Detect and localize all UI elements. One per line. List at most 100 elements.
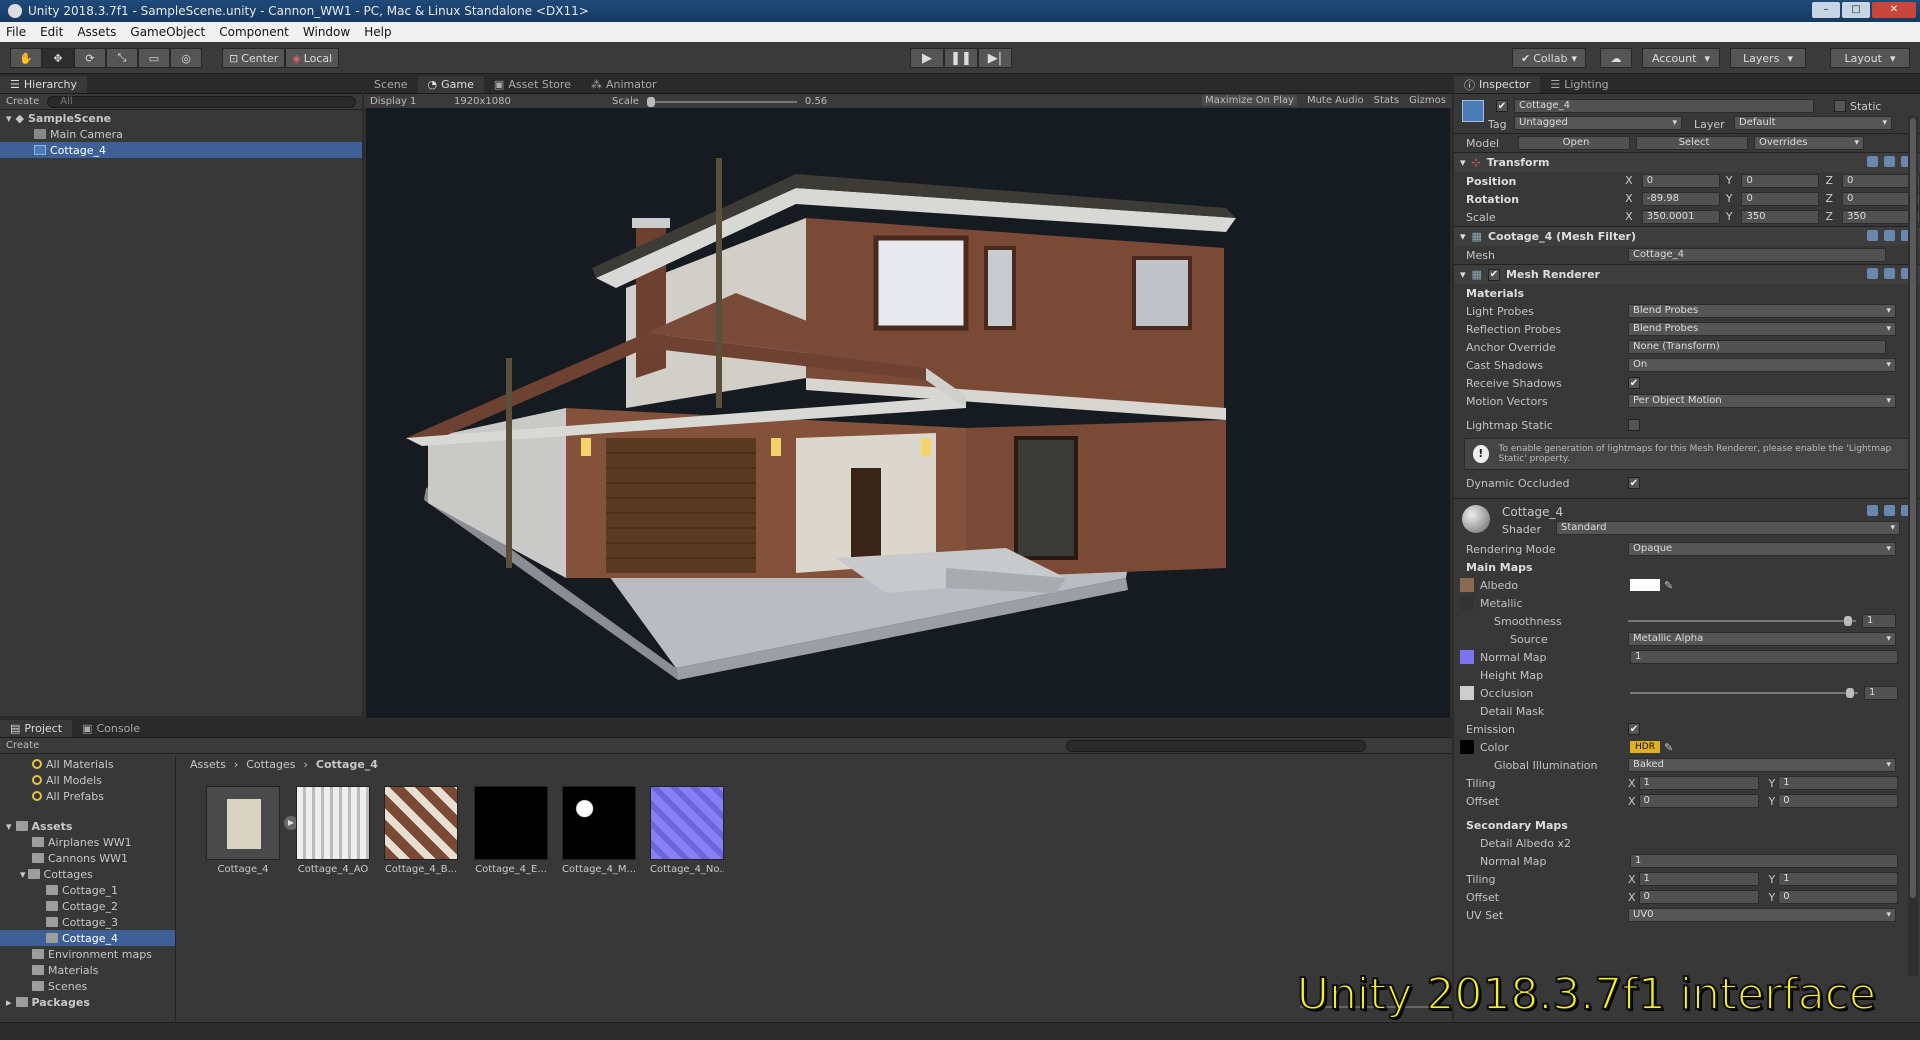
mesh-renderer-enabled-checkbox[interactable]: ✔ xyxy=(1487,268,1500,281)
menu-file[interactable]: File xyxy=(6,25,26,39)
inspector-scrollbar[interactable] xyxy=(1908,116,1918,976)
preset-icon[interactable] xyxy=(1884,230,1895,241)
folder-cottage-4[interactable]: Cottage_4 xyxy=(0,930,175,946)
model-overrides-dropdown[interactable]: Overrides xyxy=(1754,136,1864,150)
rect-tool-icon[interactable]: ▭ xyxy=(138,48,170,68)
hierarchy-create-dropdown[interactable]: Create xyxy=(6,96,39,107)
normal-strength-field[interactable]: 1 xyxy=(1630,650,1898,664)
favorite-all-models[interactable]: All Models xyxy=(0,772,175,788)
folder-materials[interactable]: Materials xyxy=(0,962,175,978)
display-dropdown[interactable]: Display 1 xyxy=(370,96,446,107)
occlusion-texture-icon[interactable] xyxy=(1460,686,1474,700)
mesh-filter-header[interactable]: ▾ ▦ Cootage_4 (Mesh Filter) xyxy=(1454,226,1920,246)
folder-scenes[interactable]: Scenes xyxy=(0,978,175,994)
tiling2-y-field[interactable]: 1 xyxy=(1778,872,1899,886)
maximize-on-play-toggle[interactable]: Maximize On Play xyxy=(1202,95,1297,106)
rendering-mode-dropdown[interactable]: Opaque xyxy=(1628,542,1896,556)
hierarchy-item-main-camera[interactable]: Main Camera xyxy=(0,126,362,142)
tag-dropdown[interactable]: Untagged xyxy=(1514,116,1682,130)
mute-audio-toggle[interactable]: Mute Audio xyxy=(1307,95,1364,106)
tab-inspector[interactable]: ⓘ Inspector xyxy=(1454,76,1541,93)
anchor-override-field[interactable]: None (Transform) xyxy=(1628,340,1886,354)
offset-y-field[interactable]: 0 xyxy=(1778,794,1899,808)
object-name-field[interactable]: Cottage_4 xyxy=(1514,99,1814,113)
folder-cottages[interactable]: ▾ Cottages xyxy=(0,866,175,882)
offset-x-field[interactable]: 0 xyxy=(1638,794,1759,808)
model-open-button[interactable]: Open xyxy=(1518,136,1630,150)
tab-project[interactable]: ▤ Project xyxy=(0,720,73,737)
asset-cottage-ao[interactable]: Cottage_4_AO xyxy=(296,786,370,875)
cloud-button[interactable]: ☁ xyxy=(1600,48,1632,68)
help-icon[interactable] xyxy=(1867,156,1878,167)
static-checkbox[interactable] xyxy=(1834,100,1846,112)
shader-dropdown[interactable]: Standard xyxy=(1556,521,1900,535)
layout-dropdown[interactable]: Layout ▾ xyxy=(1830,48,1910,68)
transform-tool-icon[interactable]: ◎ xyxy=(170,48,202,68)
scale-y-field[interactable]: 350 xyxy=(1741,210,1820,224)
eyedropper-icon[interactable]: ✎ xyxy=(1664,741,1673,754)
folder-environment-maps[interactable]: Environment maps xyxy=(0,946,175,962)
pause-button[interactable]: ❚❚ xyxy=(944,48,978,68)
asset-cottage-metallic[interactable]: Cottage_4_M... xyxy=(562,786,636,875)
receive-shadows-checkbox[interactable]: ✔ xyxy=(1628,377,1640,389)
light-probes-dropdown[interactable]: Blend Probes xyxy=(1628,304,1896,318)
dynamic-occluded-checkbox[interactable]: ✔ xyxy=(1628,477,1640,489)
hand-tool-icon[interactable]: ✋ xyxy=(10,48,42,68)
albedo-texture-icon[interactable] xyxy=(1460,578,1474,592)
menu-assets[interactable]: Assets xyxy=(77,25,116,39)
folder-airplanes[interactable]: Airplanes WW1 xyxy=(0,834,175,850)
detail-normal-strength-field[interactable]: 1 xyxy=(1630,854,1898,868)
rotate-tool-icon[interactable]: ⟳ xyxy=(74,48,106,68)
hierarchy-item-cottage[interactable]: Cottage_4 xyxy=(0,142,362,158)
mesh-renderer-header[interactable]: ▾ ▦ ✔ Mesh Renderer xyxy=(1454,264,1920,284)
global-illumination-dropdown[interactable]: Baked xyxy=(1628,758,1896,772)
preset-icon[interactable] xyxy=(1884,156,1895,167)
play-button[interactable]: ▶ xyxy=(910,48,944,68)
account-dropdown[interactable]: Account ▾ xyxy=(1642,48,1720,68)
materials-foldout[interactable]: Materials xyxy=(1454,284,1920,302)
collab-button[interactable]: ✔ Collab ▾ xyxy=(1512,48,1586,68)
tab-hierarchy[interactable]: ☰ Hierarchy xyxy=(0,76,88,93)
help-icon[interactable] xyxy=(1867,268,1878,279)
lightmap-static-checkbox[interactable] xyxy=(1628,419,1640,431)
project-search-input[interactable] xyxy=(1066,739,1366,752)
smoothness-source-dropdown[interactable]: Metallic Alpha xyxy=(1628,632,1896,646)
menu-window[interactable]: Window xyxy=(303,25,350,39)
position-y-field[interactable]: 0 xyxy=(1741,174,1820,188)
folder-assets[interactable]: ▾ Assets xyxy=(0,818,175,834)
step-button[interactable]: ▶| xyxy=(978,48,1012,68)
help-icon[interactable] xyxy=(1867,505,1878,516)
scene-root[interactable]: ▾ ◆ SampleScene xyxy=(0,110,362,126)
emission-texture-icon[interactable] xyxy=(1460,740,1474,754)
folder-cottage-2[interactable]: Cottage_2 xyxy=(0,898,175,914)
preset-icon[interactable] xyxy=(1884,268,1895,279)
active-checkbox[interactable]: ✔ xyxy=(1496,100,1508,112)
smoothness-slider[interactable]: 1 xyxy=(1628,614,1896,628)
hierarchy-search-input[interactable]: All xyxy=(47,95,356,108)
hdr-color-swatch[interactable]: HDR xyxy=(1630,741,1660,753)
eyedropper-icon[interactable]: ✎ xyxy=(1664,579,1673,592)
albedo-color-swatch[interactable] xyxy=(1630,579,1660,591)
cast-shadows-dropdown[interactable]: On xyxy=(1628,358,1896,372)
tab-animator[interactable]: ⁂ Animator xyxy=(581,76,667,93)
project-create-dropdown[interactable]: Create xyxy=(6,740,39,751)
folder-cannons[interactable]: Cannons WW1 xyxy=(0,850,175,866)
gizmos-dropdown[interactable]: Gizmos xyxy=(1409,95,1446,106)
tab-asset-store[interactable]: ▣ Asset Store xyxy=(484,76,581,93)
tab-lighting[interactable]: ☰ Lighting xyxy=(1540,76,1618,93)
stats-toggle[interactable]: Stats xyxy=(1374,95,1400,106)
menu-gameobject[interactable]: GameObject xyxy=(130,25,205,39)
layers-dropdown[interactable]: Layers ▾ xyxy=(1730,48,1806,68)
position-x-field[interactable]: 0 xyxy=(1641,174,1720,188)
asset-cottage-model[interactable]: Cottage_4 xyxy=(206,786,280,875)
breadcrumb-cottages[interactable]: Cottages xyxy=(246,758,295,771)
help-icon[interactable] xyxy=(1867,230,1878,241)
offset2-x-field[interactable]: 0 xyxy=(1638,890,1759,904)
emission-checkbox[interactable]: ✔ xyxy=(1628,723,1640,735)
motion-vectors-dropdown[interactable]: Per Object Motion xyxy=(1628,394,1896,408)
folder-cottage-1[interactable]: Cottage_1 xyxy=(0,882,175,898)
maximize-button[interactable]: □ xyxy=(1842,2,1870,18)
scale-slider[interactable] xyxy=(646,96,797,107)
metallic-texture-icon[interactable] xyxy=(1460,596,1474,610)
reflection-probes-dropdown[interactable]: Blend Probes xyxy=(1628,322,1896,336)
